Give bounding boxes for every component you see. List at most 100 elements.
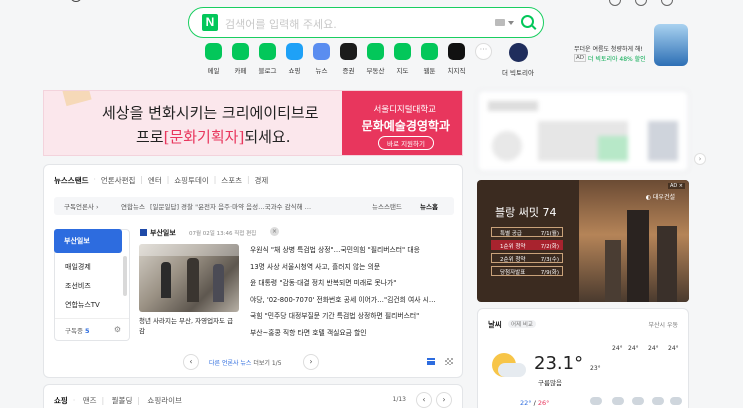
ticker-category[interactable]: 구독언론사 › — [64, 201, 99, 211]
news-home-link[interactable]: 뉴스홈 — [420, 201, 438, 211]
press-list-scrollbar[interactable] — [123, 256, 127, 296]
press-item-busan[interactable]: 부산일보 — [54, 229, 122, 253]
tab-shopping-live[interactable]: 쇼핑라이브 — [147, 396, 182, 405]
press-item-maekyung[interactable]: 매일경제 — [65, 262, 91, 272]
weather-desc: 구름많음 — [538, 379, 562, 387]
shortcut-mail[interactable]: 메일 — [200, 43, 227, 77]
shortcut-victoria[interactable]: 더 빅토리아 — [497, 43, 539, 77]
shortcut-news[interactable]: 뉴스 — [308, 43, 335, 77]
keyboard-icon[interactable] — [495, 19, 505, 26]
chevron-down-icon[interactable] — [508, 21, 514, 25]
ad-schedule-row: 당첨자발표 7/9(화) — [491, 266, 563, 276]
shortcut-blog[interactable]: 블로그 — [254, 43, 281, 77]
weather-compare: 어제 비교 — [508, 320, 536, 328]
search-input[interactable]: 검색어를 입력해 주세요. — [225, 16, 337, 32]
cloud-icon — [498, 363, 526, 377]
press-date: 07월 02일 13:46 직접 편집 — [189, 231, 257, 237]
headline-item[interactable]: 야당, '02-800-7070' 전화번호 공세 이어가…"김건희 여사 시… — [250, 294, 450, 311]
ad-schedule-row: 1순위 청약 7/2(화) — [491, 240, 563, 250]
banner-school: 서울디지털대학교 — [373, 105, 436, 115]
shortcut-webtoon[interactable]: 웹툰 — [416, 43, 443, 77]
ticker-headline[interactable]: [일문일답] 경찰 "윤전자 음주·마약 음성…국과수 감식해 … — [150, 201, 311, 211]
shortcut-shopping[interactable]: 쇼핑 — [281, 43, 308, 77]
weather-title: 날씨 — [488, 320, 502, 329]
tab-newsstand[interactable]: 뉴스스탠드 — [54, 175, 89, 186]
banner-cta-button[interactable]: 바로 지원하기 — [378, 136, 434, 150]
cloud-icon — [632, 397, 644, 405]
tab-entertainment[interactable]: 엔터 — [148, 175, 162, 186]
headline-item[interactable]: 국힘 "민주당 대정부질문 기간 특검법 상정하면 필리버스터" — [250, 310, 450, 327]
ad-close-badge[interactable]: AD × — [667, 183, 685, 189]
press-item-yonhaptv[interactable]: 연합뉴스TV — [65, 300, 100, 310]
shortcut-cafe[interactable]: 카페 — [227, 43, 254, 77]
ad-schedule-date: 7/1(월) — [540, 231, 559, 237]
hourly-temp: 24° — [648, 345, 659, 352]
gear-icon[interactable]: ⚙ — [114, 325, 121, 334]
weather-widget[interactable]: 날씨 어제 비교 부산시 우동 23.1° 구름많음 22° / 26° 24°… — [477, 308, 689, 408]
shortcut-label: 메일 — [207, 67, 220, 75]
photo-figure-2 — [187, 258, 199, 302]
shopping-icon — [286, 43, 303, 60]
shortcut-map[interactable]: 지도 — [389, 43, 416, 77]
banner-dept: 문화예술경영학과 — [361, 119, 450, 133]
cloud-icon — [652, 397, 664, 405]
ticker-source[interactable]: 연합뉴스 — [121, 201, 145, 211]
tab-press-edit[interactable]: 언론사편집 — [101, 175, 136, 186]
current-temp: 23.1° — [534, 353, 584, 374]
newsstand-link[interactable]: 뉴스스탠드 — [372, 201, 402, 211]
close-icon[interactable]: × — [270, 227, 279, 236]
newsstand-tabs: 뉴스스탠드 · 언론사편집 | 엔터 | 쇼핑투데이 | 스포츠 | 경제 — [54, 175, 269, 186]
tab-shopping-today[interactable]: 쇼핑투데이 — [174, 175, 209, 186]
tab-sports[interactable]: 스포츠 — [221, 175, 242, 186]
shopping-page: 1/13 — [392, 396, 406, 403]
hourly-low-temp: 23° — [590, 365, 601, 372]
notification-icon[interactable] — [609, 0, 621, 6]
shopping-panel: 쇼핑 · 맨즈 | 뭘볼딩 | 쇼핑라이브 1/13 ‹ › — [43, 384, 463, 408]
shortcut-more[interactable]: ··· — [470, 43, 497, 77]
settings-icon[interactable] — [635, 0, 647, 6]
banner-ad[interactable]: 세상을 변화시키는 크리에이티브로 프로[문화기획자]되세요. 서울디지털대학교… — [43, 90, 463, 156]
building-image — [605, 240, 621, 302]
temp-high: 26° — [537, 399, 550, 407]
top-ad[interactable]: 무더운 여름도 청량하게 해! AD 더 빅토리아 48% 할인 — [572, 24, 692, 66]
blurred-widget[interactable] — [477, 90, 689, 172]
apartment-ad[interactable]: AD × ◐ 대우건설 블랑 써밋 74 특별 공급 7/1(월) 1순위 청약 7… — [477, 180, 689, 302]
clip-decoration — [62, 91, 92, 107]
press-item-chosunbiz[interactable]: 조선비즈 — [65, 281, 91, 291]
temp-range: 22° / 26° — [520, 399, 550, 407]
shortcut-realestate[interactable]: 부동산 — [362, 43, 389, 77]
apps-icon[interactable] — [661, 0, 673, 6]
shortcut-label: 증권 — [342, 67, 355, 75]
profile-icon[interactable] — [70, 0, 82, 2]
chevron-right-icon[interactable]: › — [694, 153, 706, 165]
stock-icon — [340, 43, 357, 60]
headline-item[interactable]: 13명 사상 서울시청역 사고, 흘러지 않는 의문 — [250, 261, 450, 278]
press-name[interactable]: 부산일보 — [150, 228, 176, 238]
search-box[interactable]: N 검색어를 입력해 주세요. — [188, 7, 544, 38]
naver-logo-icon[interactable]: N — [202, 14, 218, 31]
shortcut-stock[interactable]: 증권 — [335, 43, 362, 77]
tab-shopping[interactable]: 쇼핑 — [54, 396, 68, 405]
photo-figure-3 — [213, 264, 224, 302]
tab-economy[interactable]: 경제 — [255, 175, 269, 186]
shortcut-label: 뉴스 — [315, 67, 328, 75]
news-photo[interactable] — [139, 244, 239, 312]
search-icon[interactable] — [521, 15, 534, 28]
headline-item[interactable]: 윤 대통령 "감동·대결 정치 반복되면 미래로 못나가" — [250, 277, 450, 294]
photo-caption[interactable]: 청년 사라지는 부산, 자영업자도 급감 — [139, 316, 239, 336]
headline-item[interactable]: 우원식 "채 상병 특검법 상정"…국민의힘 "필리버스터" 대응 — [250, 244, 450, 261]
tab-wolbolding[interactable]: 뭘볼딩 — [112, 396, 133, 405]
headline-item[interactable]: 부산~홍콩 직항 타면 호텔 객실요금 할인 — [250, 327, 450, 344]
top-left-icons — [40, 0, 90, 6]
shortcut-label: 부동산 — [366, 67, 385, 75]
shortcut-chzzk[interactable]: 치지직 — [443, 43, 470, 77]
tab-mens[interactable]: 맨즈 — [83, 396, 97, 405]
blur-block — [488, 101, 538, 111]
banner-line2-pre: 프로 — [136, 128, 164, 146]
shopping-next-button[interactable]: › — [436, 392, 452, 408]
shopping-prev-button[interactable]: ‹ — [416, 392, 432, 408]
weather-location[interactable]: 부산시 우동 — [648, 320, 678, 329]
building-image — [657, 226, 677, 302]
press-list: 부산일보 매일경제 조선비즈 연합뉴스TV 구독중 5 ⚙ — [54, 229, 130, 341]
water-bottle-image — [654, 24, 688, 66]
